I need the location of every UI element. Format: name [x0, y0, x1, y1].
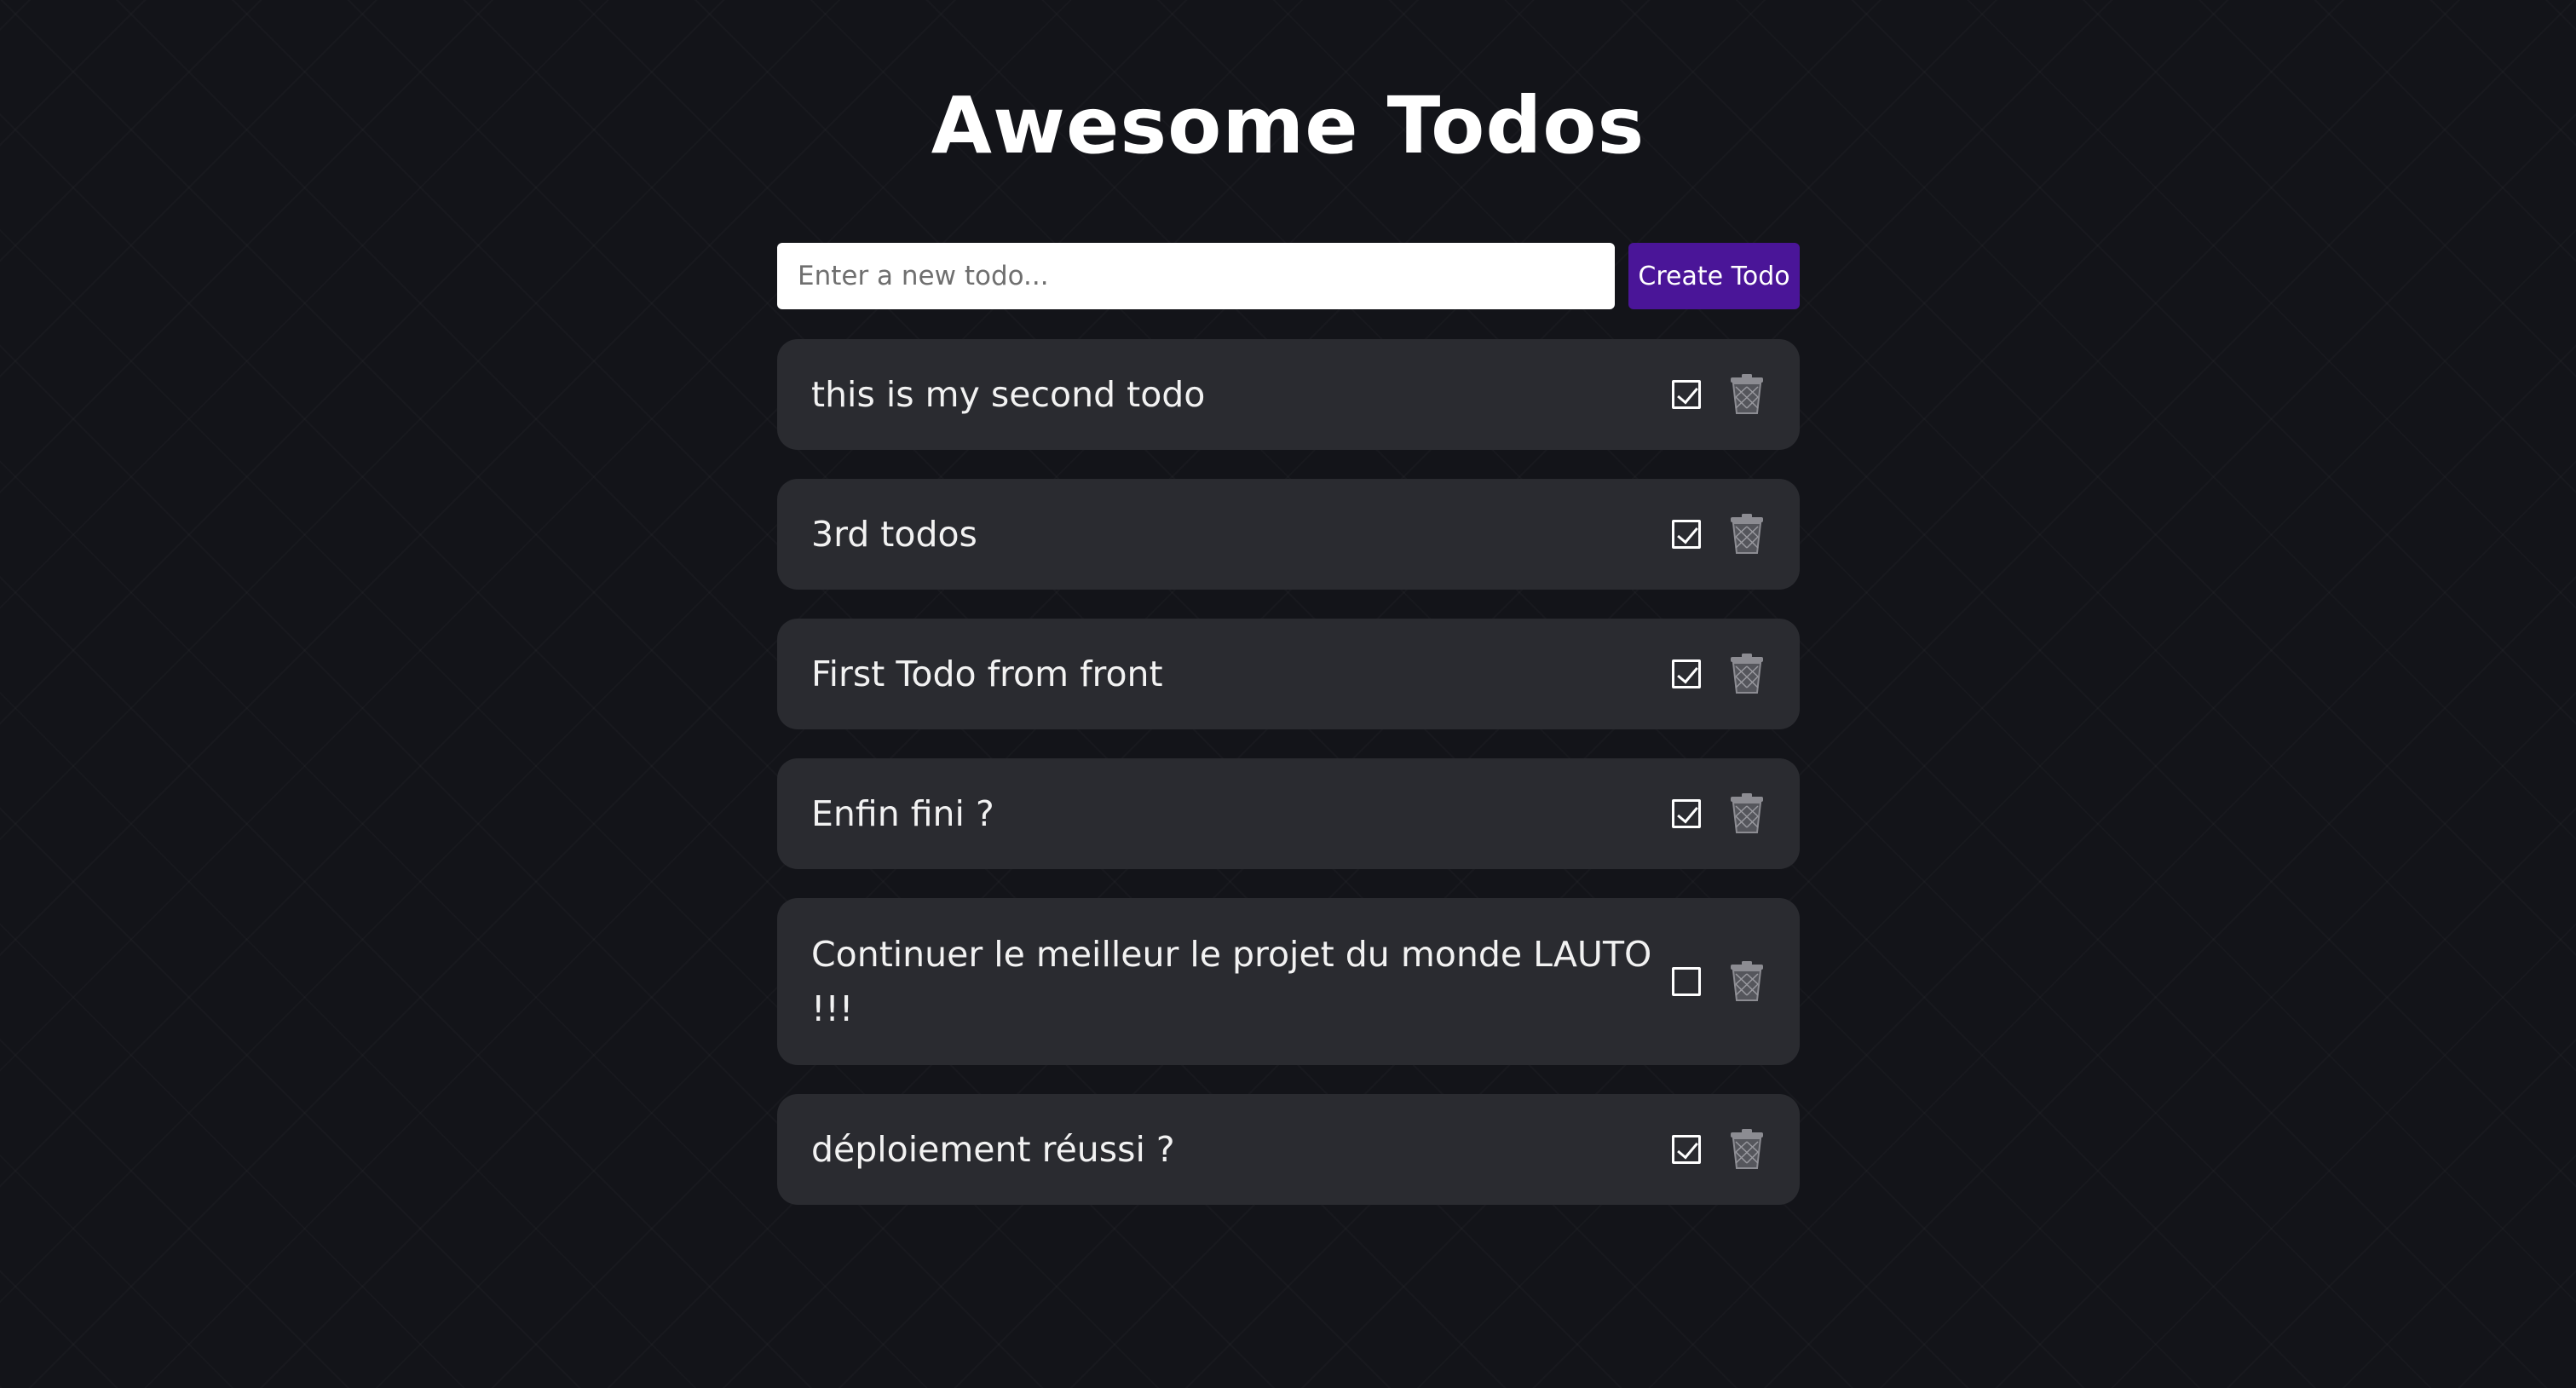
checkbox-checked-icon[interactable]: [1672, 520, 1701, 549]
todo-actions: [1672, 374, 1766, 415]
todo-text: déploiement réussi ?: [811, 1129, 1175, 1170]
todo-item: Enfin fini ?: [777, 758, 1800, 869]
todo-item: Continuer le meilleur le projet du monde…: [777, 898, 1800, 1065]
todo-text: Enfin fini ?: [811, 793, 994, 834]
todo-actions: [1672, 961, 1766, 1002]
checkbox-checked-icon[interactable]: [1672, 799, 1701, 828]
todo-actions: [1672, 793, 1766, 834]
trash-icon[interactable]: [1728, 961, 1766, 1002]
todo-item: déploiement réussi ?: [777, 1094, 1800, 1205]
todo-text: this is my second todo: [811, 374, 1206, 415]
trash-icon[interactable]: [1728, 514, 1766, 555]
todo-actions: [1672, 514, 1766, 555]
trash-icon[interactable]: [1728, 374, 1766, 415]
todo-text: 3rd todos: [811, 514, 977, 555]
checkbox-checked-icon[interactable]: [1672, 380, 1701, 409]
new-todo-form: Create Todo: [777, 243, 1800, 309]
checkbox-checked-icon[interactable]: [1672, 1135, 1701, 1164]
trash-icon[interactable]: [1728, 654, 1766, 694]
todo-item: this is my second todo: [777, 339, 1800, 450]
todo-item: 3rd todos: [777, 479, 1800, 590]
todo-list: this is my second todo 3rd todos First T…: [777, 339, 1800, 1234]
trash-icon[interactable]: [1728, 1129, 1766, 1170]
page-title: Awesome Todos: [931, 80, 1645, 171]
checkbox-checked-icon[interactable]: [1672, 659, 1701, 688]
todo-text: Continuer le meilleur le projet du monde…: [811, 934, 1652, 1029]
app-page: Awesome Todos Create Todo this is my sec…: [0, 0, 2576, 1388]
create-todo-button[interactable]: Create Todo: [1628, 243, 1800, 309]
todo-actions: [1672, 1129, 1766, 1170]
checkbox-empty-icon[interactable]: [1672, 967, 1701, 996]
todo-text: First Todo from front: [811, 654, 1163, 694]
todo-actions: [1672, 654, 1766, 694]
todo-item: First Todo from front: [777, 619, 1800, 729]
new-todo-input[interactable]: [777, 243, 1615, 309]
trash-icon[interactable]: [1728, 793, 1766, 834]
